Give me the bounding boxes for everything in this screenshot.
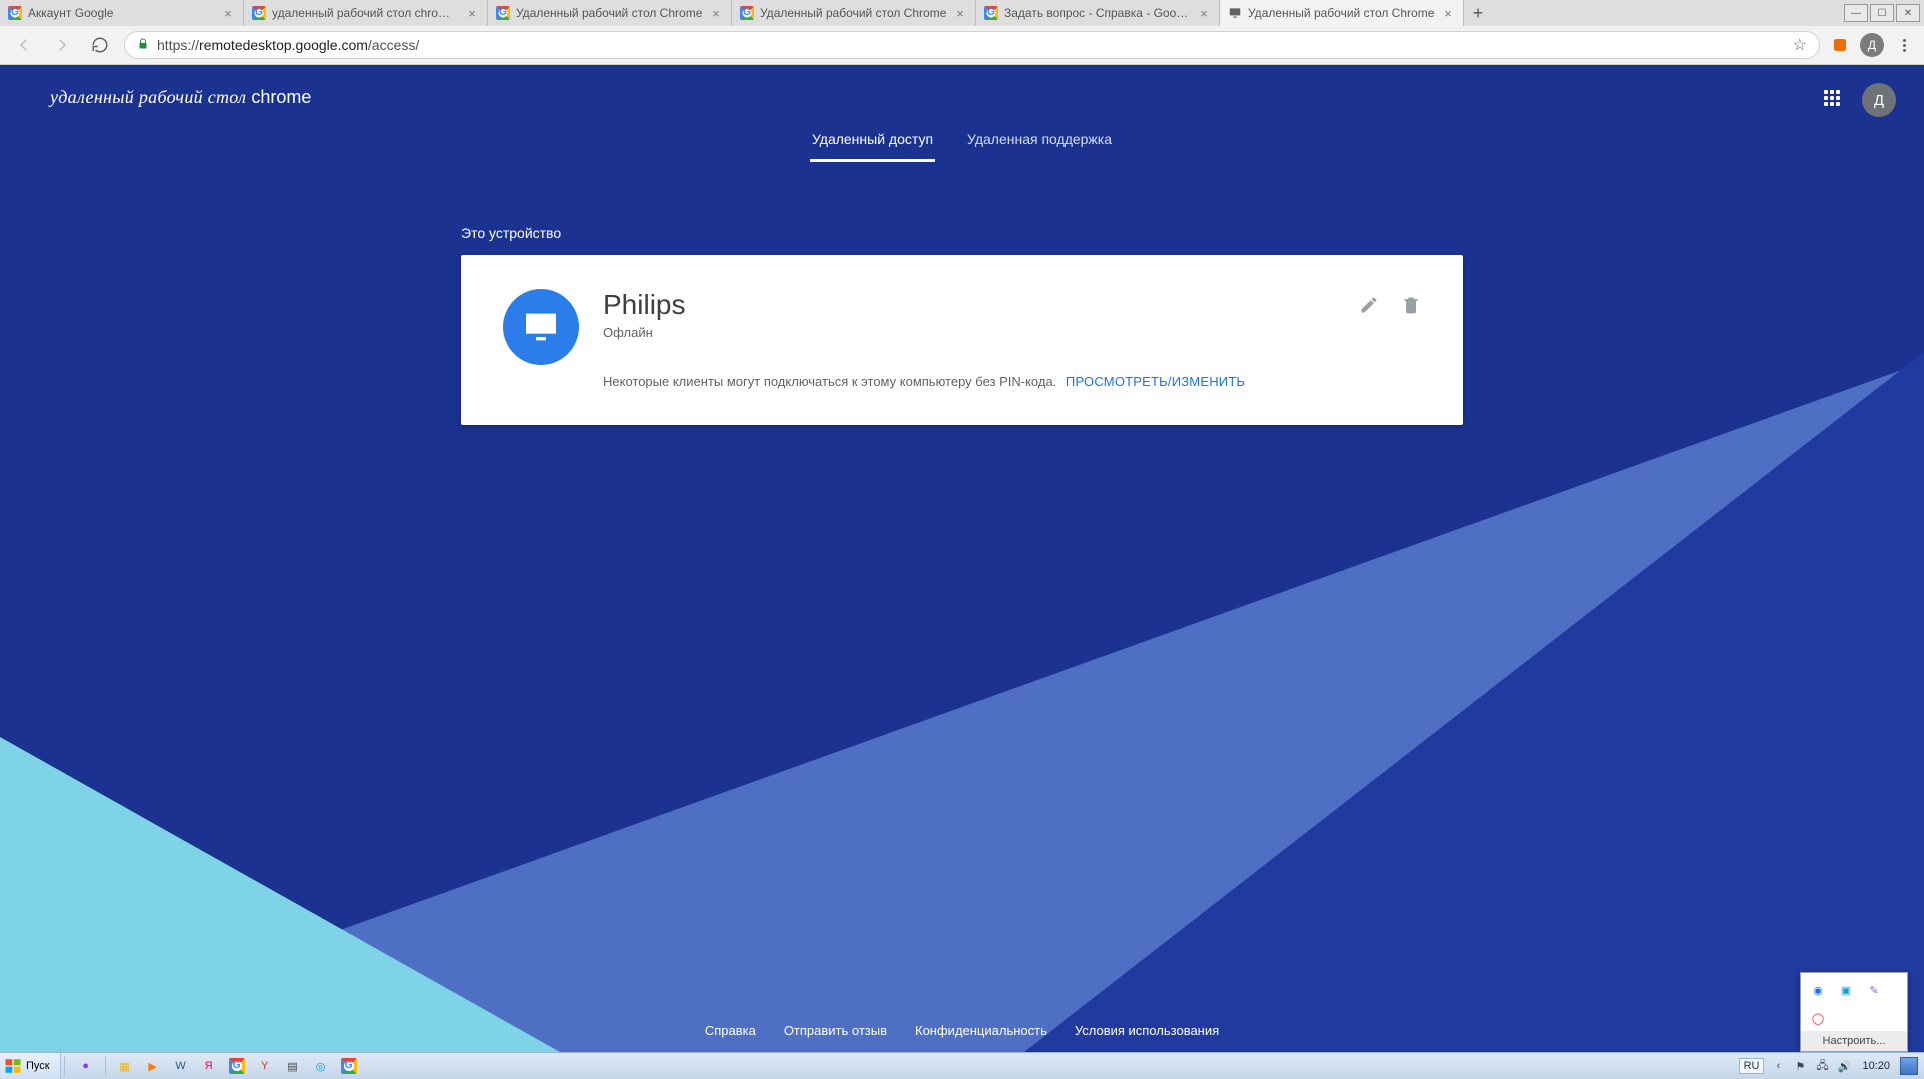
edit-pencil-icon[interactable] [1359,295,1379,315]
quick-launch: ● ▦ ▶ W Я Y ▤ ◎ [68,1053,367,1079]
tab-label: Удаленный рабочий стол Chrome [760,6,947,20]
section-title: Это устройство [461,225,1463,241]
show-desktop-button[interactable] [1900,1057,1918,1075]
window-close-button[interactable]: ✕ [1896,4,1920,22]
bookmark-star-icon[interactable]: ☆ [1793,35,1807,55]
taskbar-app-icon[interactable] [337,1056,361,1076]
tab-label: удаленный рабочий стол chrome с [272,6,459,20]
windows-taskbar: Пуск ● ▦ ▶ W Я Y ▤ ◎ RU ‹ ⚑ 🖧 🔊 10:20 [0,1052,1924,1079]
browser-tab-strip: Аккаунт Google × удаленный рабочий стол … [0,0,1744,26]
taskbar-app-icon[interactable] [225,1056,249,1076]
language-indicator[interactable]: RU [1739,1058,1765,1074]
nav-forward-button[interactable] [48,31,76,59]
page-header: удаленный рабочий стол chrome Д Удаленны… [0,65,1924,185]
new-tab-button[interactable]: + [1464,0,1492,26]
device-note: Некоторые клиенты могут подключаться к э… [603,374,1335,389]
nav-reload-button[interactable] [86,31,114,59]
device-card: Philips Офлайн Некоторые клиенты могут п… [461,255,1463,425]
window-minimize-button[interactable]: — [1844,4,1868,22]
delete-trash-icon[interactable] [1401,295,1421,315]
tab-close-icon[interactable]: × [709,6,723,20]
start-button[interactable]: Пуск [0,1053,61,1079]
taskbar-app-icon[interactable]: Я [197,1056,221,1076]
google-favicon-icon [740,6,754,20]
browser-tab[interactable]: Удаленный рабочий стол Chrome × [732,0,976,26]
device-name: Philips [603,289,1335,321]
taskbar-app-icon[interactable]: ▦ [113,1056,137,1076]
taskbar-app-icon[interactable]: ▤ [281,1056,305,1076]
notifier-app-icon[interactable]: ◉ [1809,981,1827,999]
account-avatar[interactable]: Д [1862,83,1896,117]
tab-label: Удаленный рабочий стол Chrome [1248,6,1435,20]
notifier-app-icon[interactable]: ▣ [1837,981,1855,999]
device-note-text: Некоторые клиенты могут подключаться к э… [603,374,1056,389]
tray-network-icon[interactable]: 🖧 [1814,1058,1830,1074]
tab-remote-support[interactable]: Удаленная поддержка [965,131,1114,162]
tray-volume-icon[interactable]: 🔊 [1836,1058,1852,1074]
footer-links: Справка Отправить отзыв Конфиденциальнос… [0,1023,1924,1038]
view-edit-link[interactable]: ПРОСМОТРЕТЬ/ИЗМЕНИТЬ [1066,374,1245,389]
tray-notification-popup: ◉ ▣ ✎ ◯ Настроить... [1800,972,1908,1052]
device-status: Офлайн [603,325,1335,340]
google-favicon-icon [8,6,22,20]
browser-tab-active[interactable]: Удаленный рабочий стол Chrome × [1220,0,1464,26]
tray-chevron-icon[interactable]: ‹ [1770,1058,1786,1074]
tray-flag-icon[interactable]: ⚑ [1792,1058,1808,1074]
footer-privacy-link[interactable]: Конфиденциальность [915,1023,1047,1038]
main-content: Это устройство Philips Офлайн Некоторые … [461,225,1463,425]
tab-close-icon[interactable]: × [465,6,479,20]
page-tabs: Удаленный доступ Удаленная поддержка [0,131,1924,162]
notifier-app-icon[interactable]: ✎ [1865,981,1883,999]
monitor-icon [503,289,579,365]
decorative-triangle [1024,352,1924,1052]
tab-close-icon[interactable]: × [953,6,967,20]
product-brand: удаленный рабочий стол chrome [50,87,311,108]
window-maximize-button[interactable]: ☐ [1870,4,1894,22]
footer-help-link[interactable]: Справка [705,1023,756,1038]
browser-tab[interactable]: Аккаунт Google × [0,0,244,26]
crd-favicon-icon [1228,6,1242,20]
taskbar-app-icon[interactable]: W [169,1056,193,1076]
taskbar-app-icon[interactable]: Y [253,1056,277,1076]
tab-label: Удаленный рабочий стол Chrome [516,6,703,20]
url-text: https://remotedesktop.google.com/access/ [157,37,419,53]
browser-toolbar: https://remotedesktop.google.com/access/… [0,26,1924,65]
nav-back-button[interactable] [10,31,38,59]
browser-tab[interactable]: Задать вопрос - Справка - Google × [976,0,1220,26]
taskbar-clock[interactable]: 10:20 [1858,1060,1894,1072]
tab-remote-access[interactable]: Удаленный доступ [810,131,935,162]
profile-avatar[interactable]: Д [1860,33,1884,57]
google-favicon-icon [496,6,510,20]
taskbar-separator [105,1056,106,1076]
decorative-triangle [0,737,560,1052]
address-bar[interactable]: https://remotedesktop.google.com/access/… [124,31,1820,59]
taskbar-app-icon[interactable]: ◎ [309,1056,333,1076]
extension-icon[interactable] [1830,35,1850,55]
page-viewport: удаленный рабочий стол chrome Д Удаленны… [0,65,1924,1052]
footer-feedback-link[interactable]: Отправить отзыв [784,1023,887,1038]
browser-menu-button[interactable] [1894,39,1914,52]
system-tray: RU ‹ ⚑ 🖧 🔊 10:20 [1733,1053,1924,1079]
taskbar-separator [64,1056,65,1076]
google-favicon-icon [984,6,998,20]
tab-close-icon[interactable]: × [221,6,235,20]
secure-lock-icon [137,38,149,53]
windows-flag-icon [4,1057,22,1075]
tab-close-icon[interactable]: × [1441,6,1455,20]
notifier-app-icon[interactable]: ◯ [1809,1009,1827,1027]
start-label: Пуск [26,1060,50,1072]
tab-close-icon[interactable]: × [1197,6,1211,20]
footer-terms-link[interactable]: Условия использования [1075,1023,1219,1038]
google-favicon-icon [252,6,266,20]
taskbar-app-icon[interactable]: ● [74,1056,98,1076]
google-apps-icon[interactable] [1824,90,1844,110]
tab-label: Задать вопрос - Справка - Google [1004,6,1191,20]
browser-tab[interactable]: удаленный рабочий стол chrome с × [244,0,488,26]
taskbar-app-icon[interactable]: ▶ [141,1056,165,1076]
tab-label: Аккаунт Google [28,6,215,20]
browser-tab[interactable]: Удаленный рабочий стол Chrome × [488,0,732,26]
notifier-configure-button[interactable]: Настроить... [1801,1031,1907,1051]
